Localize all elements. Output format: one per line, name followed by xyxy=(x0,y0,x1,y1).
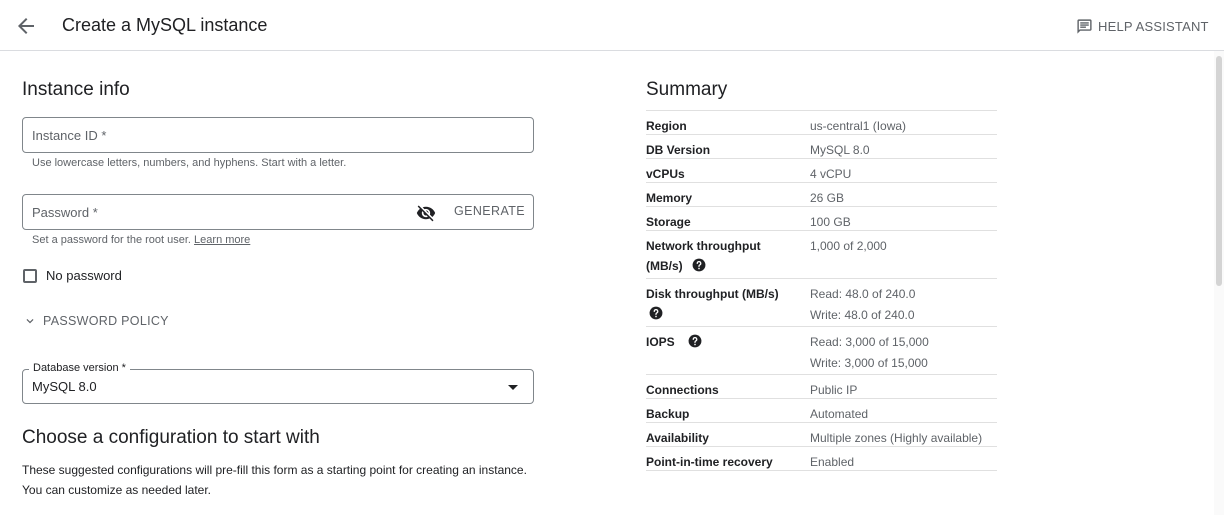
summary-row-availability: Availability Multiple zones (Highly avai… xyxy=(646,423,997,447)
help-icon[interactable] xyxy=(692,258,706,272)
summary-row-storage: Storage 100 GB xyxy=(646,207,997,231)
summary-label: Network throughput (MB/s) xyxy=(646,236,796,276)
summary-label: Disk throughput (MB/s) xyxy=(646,284,796,324)
help-icon[interactable] xyxy=(688,334,702,348)
page-header: Create a MySQL instance HELP ASSISTANT xyxy=(0,0,1224,51)
summary-label: Region xyxy=(646,119,687,133)
summary-label: DB Version xyxy=(646,143,711,157)
chevron-down-icon xyxy=(26,319,34,324)
summary-label: Memory xyxy=(646,191,693,205)
password-hint: Set a password for the root user. Learn … xyxy=(32,234,250,246)
summary-value: Read: 48.0 of 240.0 xyxy=(810,287,916,301)
summary-heading: Summary xyxy=(646,79,728,100)
page-title: Create a MySQL instance xyxy=(62,15,268,35)
password-policy-toggle[interactable]: PASSWORD POLICY xyxy=(23,314,169,328)
summary-value: 26 GB xyxy=(810,191,845,205)
database-version-select[interactable]: Database version * MySQL 8.0 xyxy=(22,362,534,404)
instance-id-hint: Use lowercase letters, numbers, and hyph… xyxy=(32,157,347,169)
password-field[interactable]: Password * GENERATE xyxy=(22,194,534,230)
summary-value: MySQL 8.0 xyxy=(810,143,870,157)
no-password-label[interactable]: No password xyxy=(46,268,122,283)
chat-icon xyxy=(1077,18,1092,34)
summary-row-connections: Connections Public IP xyxy=(646,375,997,399)
config-description: These suggested configurations will pre-… xyxy=(22,463,527,497)
summary-value: 100 GB xyxy=(810,215,851,229)
summary-row-network-throughput: Network throughput (MB/s) 1,000 of 2,000 xyxy=(646,231,997,279)
summary-row-backup: Backup Automated xyxy=(646,399,997,423)
arrow-back-icon[interactable] xyxy=(14,14,38,38)
summary-value: Read: 3,000 of 15,000 xyxy=(810,335,929,349)
summary-label: vCPUs xyxy=(646,167,685,181)
summary-value: Public IP xyxy=(810,383,858,397)
generate-button[interactable]: GENERATE xyxy=(454,204,525,218)
summary-label: IOPS xyxy=(646,332,796,352)
summary-label-text: IOPS xyxy=(646,335,675,349)
config-heading: Choose a configuration to start with xyxy=(22,427,320,448)
database-version-value: MySQL 8.0 xyxy=(32,379,97,394)
summary-label: Availability xyxy=(646,431,709,445)
no-password-checkbox[interactable] xyxy=(23,269,37,283)
summary-value: 4 vCPU xyxy=(810,167,852,181)
summary-label-text: Disk throughput (MB/s) xyxy=(646,287,779,301)
instance-info-heading: Instance info xyxy=(22,79,130,100)
scrollbar-thumb[interactable] xyxy=(1216,56,1222,286)
summary-label: Point-in-time recovery xyxy=(646,455,773,469)
password-hint-text: Set a password for the root user. xyxy=(32,234,191,246)
summary-value: Multiple zones (Highly available) xyxy=(810,431,983,445)
help-icon[interactable] xyxy=(649,306,663,320)
summary-row-memory: Memory 26 GB xyxy=(646,183,997,207)
summary-row-pitr: Point-in-time recovery Enabled xyxy=(646,447,997,471)
summary-row-iops: IOPS Read: 3,000 of 15,000 Write: 3,000 … xyxy=(646,327,997,375)
summary-label: Storage xyxy=(646,215,691,229)
summary-value: us-central1 (Iowa) xyxy=(810,119,907,133)
summary-value-secondary: Write: 48.0 of 240.0 xyxy=(810,308,915,322)
database-version-label: Database version * xyxy=(29,362,130,374)
instance-id-placeholder: Instance ID * xyxy=(32,128,107,143)
password-placeholder: Password * xyxy=(32,205,98,220)
password-policy-label: PASSWORD POLICY xyxy=(43,314,169,328)
help-assistant-label: HELP ASSISTANT xyxy=(1098,18,1209,34)
summary-value: Automated xyxy=(810,407,869,421)
visibility-off-icon[interactable] xyxy=(416,203,436,223)
summary-value-secondary: Write: 3,000 of 15,000 xyxy=(810,356,928,370)
summary-row-vcpus: vCPUs 4 vCPU xyxy=(646,159,997,183)
summary-table: Region us-central1 (Iowa) DB Version MyS… xyxy=(646,110,997,471)
summary-value: 1,000 of 2,000 xyxy=(810,239,887,253)
summary-row-disk-throughput: Disk throughput (MB/s) Read: 48.0 of 240… xyxy=(646,279,997,327)
summary-label: Backup xyxy=(646,407,690,421)
summary-row-region: Region us-central1 (Iowa) xyxy=(646,111,997,135)
summary-label: Connections xyxy=(646,383,719,397)
summary-row-db-version: DB Version MySQL 8.0 xyxy=(646,135,997,159)
dropdown-arrow-icon xyxy=(508,385,518,390)
learn-more-link[interactable]: Learn more xyxy=(194,234,250,246)
help-assistant-button[interactable]: HELP ASSISTANT xyxy=(1076,17,1209,35)
instance-id-field[interactable]: Instance ID * xyxy=(22,117,534,153)
summary-value: Enabled xyxy=(810,455,855,469)
